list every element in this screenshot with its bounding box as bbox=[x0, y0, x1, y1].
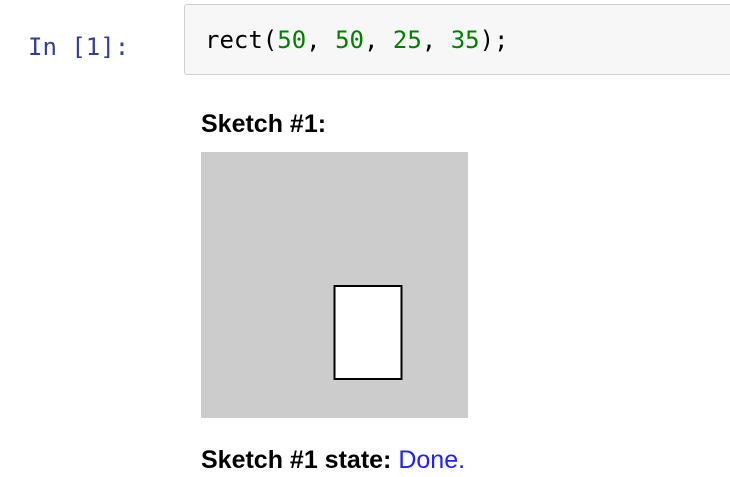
cell-output: Sketch #1: bbox=[201, 104, 468, 418]
code-separator: , bbox=[363, 26, 393, 54]
input-prompt: In [1]: bbox=[28, 33, 130, 61]
sketch-state: Sketch #1 state: Done. bbox=[201, 443, 465, 477]
sketch-svg bbox=[201, 152, 468, 418]
code-separator: , bbox=[421, 26, 451, 54]
sketch-canvas[interactable] bbox=[201, 152, 468, 418]
code-cell-input[interactable]: rect(50, 50, 25, 35); bbox=[184, 4, 730, 75]
code-separator: , bbox=[306, 26, 336, 54]
sketch-state-value: Done. bbox=[398, 446, 466, 474]
sketch-rectangle bbox=[333, 285, 403, 380]
code-arg-y: 50 bbox=[335, 26, 364, 54]
code-function: rect( bbox=[205, 26, 278, 54]
code-arg-width: 25 bbox=[392, 26, 422, 54]
sketch-state-label: Sketch #1 state: bbox=[201, 446, 392, 474]
code-end: ); bbox=[479, 26, 509, 54]
code-line[interactable]: rect(50, 50, 25, 35); bbox=[205, 17, 509, 63]
sketch-title: Sketch #1: bbox=[201, 110, 327, 138]
notebook-page: In [1]: rect(50, 50, 25, 35); Sketch #1:… bbox=[0, 0, 730, 477]
code-arg-x: 50 bbox=[277, 26, 307, 54]
code-arg-height: 35 bbox=[450, 26, 480, 54]
